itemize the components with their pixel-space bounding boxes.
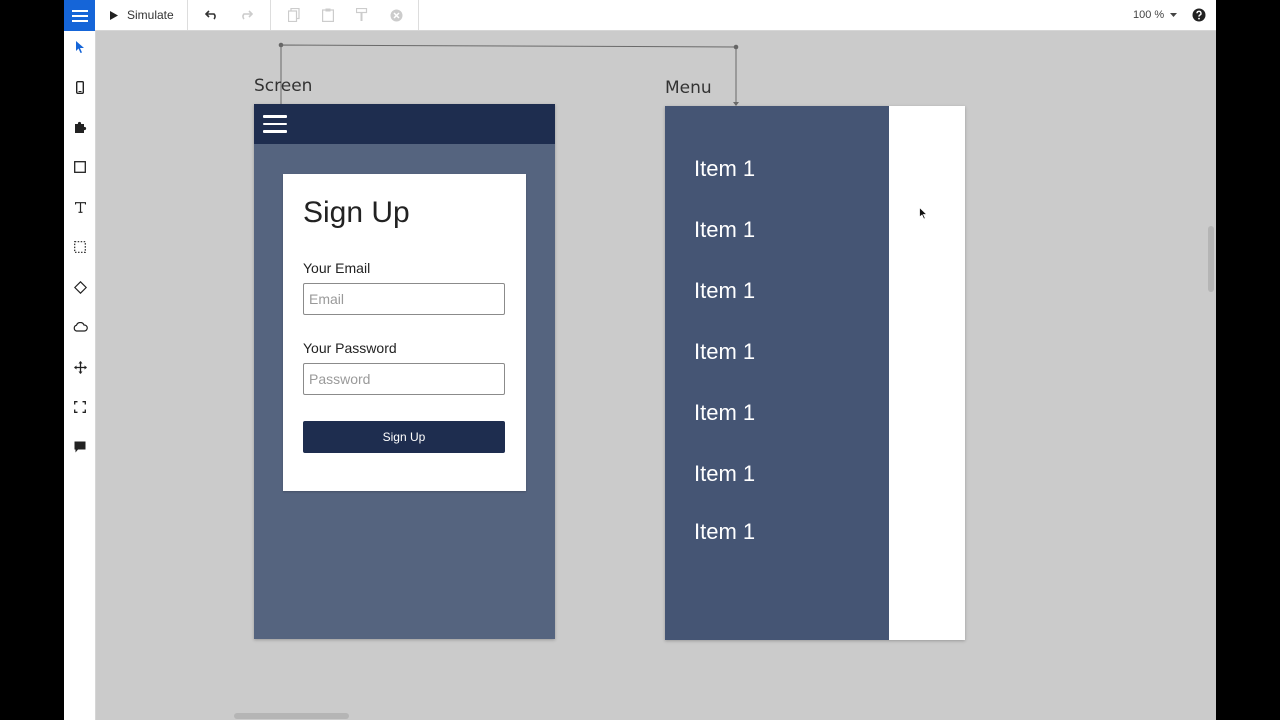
undo-icon [205,10,216,20]
menu-item[interactable]: Item 1 [694,339,755,365]
text-icon [74,201,86,213]
help-button[interactable] [1192,8,1206,22]
simulate-button[interactable]: Simulate [110,0,174,30]
redo-icon [242,10,253,20]
delete-button[interactable] [388,7,404,23]
top-toolbar: Simulate 100 % [64,0,1216,31]
puzzle-icon [74,121,86,133]
navigation-connector[interactable] [274,40,744,110]
comment-icon [74,441,86,453]
mouse-cursor-icon [919,207,928,220]
chevron-down-icon [1170,13,1178,17]
editor-app: Simulate 100 % Screen Menu Sign Up Your … [64,0,1216,720]
hamburger-icon [71,9,88,22]
copy-icon [288,8,300,22]
redo-button[interactable] [238,7,254,23]
tool-dashed-area[interactable] [72,239,88,255]
paste-button[interactable] [320,7,336,23]
tool-mobile-device[interactable] [72,79,88,95]
horizontal-scrollbar[interactable] [234,713,349,719]
toolbar-divider [418,0,419,30]
rectangle-icon [74,161,86,173]
toolbar-divider [187,0,188,30]
screen-frame-label: Screen [254,76,313,96]
tool-diamond[interactable] [72,279,88,295]
pointer-icon [76,41,84,53]
zoom-select[interactable]: 100 % [1133,0,1178,30]
main-menu-button[interactable] [64,0,95,31]
tool-move[interactable] [72,359,88,375]
tool-text[interactable] [72,199,88,215]
menu-item[interactable]: Item 1 [694,278,755,304]
menu-frame-label: Menu [665,78,712,98]
diamond-icon [73,280,87,294]
email-label: Your Email [303,260,371,276]
tool-components[interactable] [72,119,88,135]
tool-cloud[interactable] [72,319,88,335]
signup-title: Sign Up [303,196,410,229]
dashed-rect-icon [74,241,86,253]
undo-button[interactable] [204,7,220,23]
delete-icon [390,9,402,21]
signup-button[interactable]: Sign Up [303,421,505,453]
password-field[interactable] [303,363,505,395]
play-icon [110,10,118,20]
menu-item[interactable]: Item 1 [694,461,755,487]
format-painter-icon [356,8,368,21]
menu-item[interactable]: Item 1 [694,217,755,243]
screen-frame[interactable]: Sign Up Your Email Your Password Sign Up [254,104,555,639]
selection-icon [74,401,86,413]
mobile-device-icon [76,80,84,94]
toolbar-divider [270,0,271,30]
copy-button[interactable] [286,7,302,23]
paste-icon [322,8,334,22]
format-painter-button[interactable] [354,7,370,23]
menu-item[interactable]: Item 1 [694,519,755,545]
menu-frame[interactable]: Item 1 Item 1 Item 1 Item 1 Item 1 Item … [665,106,965,640]
menu-item[interactable]: Item 1 [694,156,755,182]
app-header-bar [254,104,555,144]
tool-pointer[interactable] [72,39,88,55]
email-field[interactable] [303,283,505,315]
tool-rectangle[interactable] [72,159,88,175]
move-icon [73,360,87,374]
signup-card: Sign Up Your Email Your Password Sign Up [283,174,526,491]
tool-selection[interactable] [72,399,88,415]
zoom-value: 100 % [1133,9,1165,21]
vertical-scrollbar[interactable] [1208,226,1214,292]
cloud-icon [73,322,88,332]
simulate-label: Simulate [127,8,174,22]
left-toolbox [64,31,96,720]
menu-panel: Item 1 Item 1 Item 1 Item 1 Item 1 Item … [665,106,889,640]
tool-comment[interactable] [72,439,88,455]
hamburger-menu-icon[interactable] [263,115,287,133]
password-label: Your Password [303,340,397,356]
menu-item[interactable]: Item 1 [694,400,755,426]
help-icon [1192,8,1206,22]
